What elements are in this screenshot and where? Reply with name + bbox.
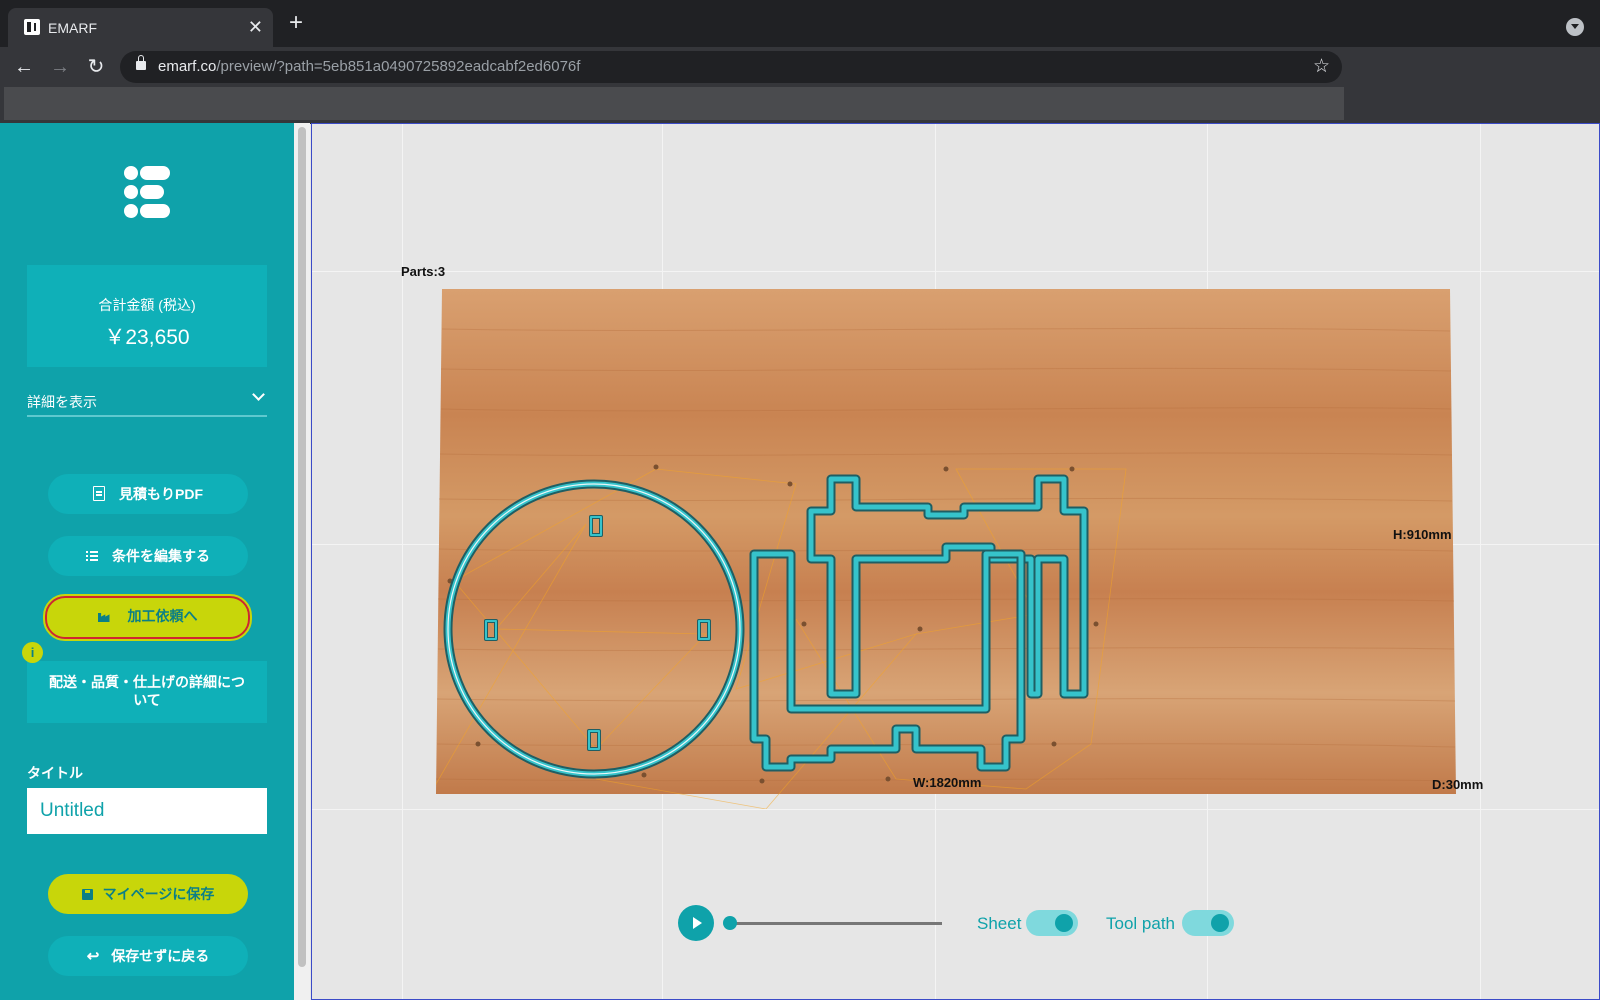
address-bar[interactable]: emarf.co/preview/?path=5eb851a0490725892… bbox=[120, 51, 1342, 83]
tab-search-icon[interactable] bbox=[1566, 18, 1584, 36]
toolpath-progress-slider[interactable] bbox=[732, 922, 942, 925]
browser-toolbar: ← → ↻ emarf.co/preview/?path=5eb851a0490… bbox=[0, 47, 1600, 87]
bookmark-bar bbox=[0, 87, 1600, 124]
bookmark-star-icon[interactable]: ☆ bbox=[1313, 55, 1330, 78]
sheet-toggle[interactable] bbox=[1026, 910, 1078, 936]
reload-icon[interactable]: ↻ bbox=[84, 55, 108, 79]
emarf-logo[interactable] bbox=[124, 166, 172, 218]
browser-tab-bar: EMARF ✕ + bbox=[0, 0, 1600, 47]
estimate-pdf-button[interactable]: 見積もりPDF bbox=[48, 474, 248, 514]
title-input[interactable] bbox=[27, 788, 267, 834]
save-to-mypage-button[interactable]: マイページに保存 bbox=[48, 874, 248, 914]
total-price-card: 合計金額 (税込) ￥23,650 bbox=[27, 265, 267, 367]
save-icon bbox=[81, 889, 93, 900]
title-label: タイトル bbox=[27, 765, 83, 781]
close-tab-icon[interactable]: ✕ bbox=[248, 17, 263, 37]
order-processing-button[interactable]: 加工依頼へ bbox=[43, 594, 252, 641]
total-price-label: 合計金額 (税込) bbox=[98, 297, 196, 313]
chevron-down-icon bbox=[252, 388, 265, 401]
total-price-value: ￥23,650 bbox=[104, 326, 190, 349]
sidebar: 合計金額 (税込) ￥23,650 詳細を表示 見積もりPDF 条件を編集する … bbox=[0, 123, 294, 1000]
lock-icon bbox=[136, 55, 146, 70]
edit-conditions-button[interactable]: 条件を編集する bbox=[48, 536, 248, 576]
new-tab-icon[interactable]: + bbox=[289, 11, 303, 35]
sheet-toggle-label: Sheet bbox=[977, 914, 1022, 933]
back-arrow-icon[interactable]: ← bbox=[12, 55, 36, 79]
shipping-quality-info-button[interactable]: 配送・品質・仕上げの詳細について bbox=[27, 661, 267, 723]
browser-tab[interactable]: EMARF ✕ bbox=[8, 8, 273, 47]
show-details-toggle[interactable]: 詳細を表示 bbox=[27, 385, 267, 417]
height-dimension-label: H:910mm bbox=[1393, 527, 1452, 542]
tab-title: EMARF bbox=[48, 20, 97, 36]
sidebar-scrollbar[interactable] bbox=[294, 123, 310, 1000]
preview-viewport[interactable]: Parts:3 H:910mm W:1820mm D:30mm Sheet To… bbox=[311, 123, 1600, 1000]
factory-icon bbox=[97, 613, 110, 622]
info-icon: i bbox=[22, 642, 43, 663]
wood-sheet bbox=[436, 289, 1456, 809]
emarf-favicon-icon bbox=[24, 19, 40, 35]
show-details-label: 詳細を表示 bbox=[27, 394, 97, 410]
depth-dimension-label: D:30mm bbox=[1432, 777, 1484, 792]
list-icon bbox=[86, 551, 98, 561]
sheet-surface bbox=[436, 289, 1456, 794]
toolpath-toggle-label: Tool path bbox=[1106, 914, 1175, 933]
scrollbar-thumb[interactable] bbox=[298, 127, 306, 967]
document-icon bbox=[93, 486, 105, 501]
url-text[interactable]: emarf.co/preview/?path=5eb851a0490725892… bbox=[158, 58, 580, 75]
toolpath-toggle[interactable] bbox=[1182, 910, 1234, 936]
undo-arrow-icon: ↩ bbox=[86, 948, 100, 965]
forward-arrow-icon[interactable]: → bbox=[48, 55, 72, 79]
slider-handle[interactable] bbox=[723, 916, 737, 930]
play-icon[interactable] bbox=[678, 905, 714, 941]
parts-count-label: Parts:3 bbox=[401, 264, 446, 279]
back-without-saving-button[interactable]: ↩ 保存せずに戻る bbox=[48, 936, 248, 976]
width-dimension-label: W:1820mm bbox=[913, 775, 982, 790]
